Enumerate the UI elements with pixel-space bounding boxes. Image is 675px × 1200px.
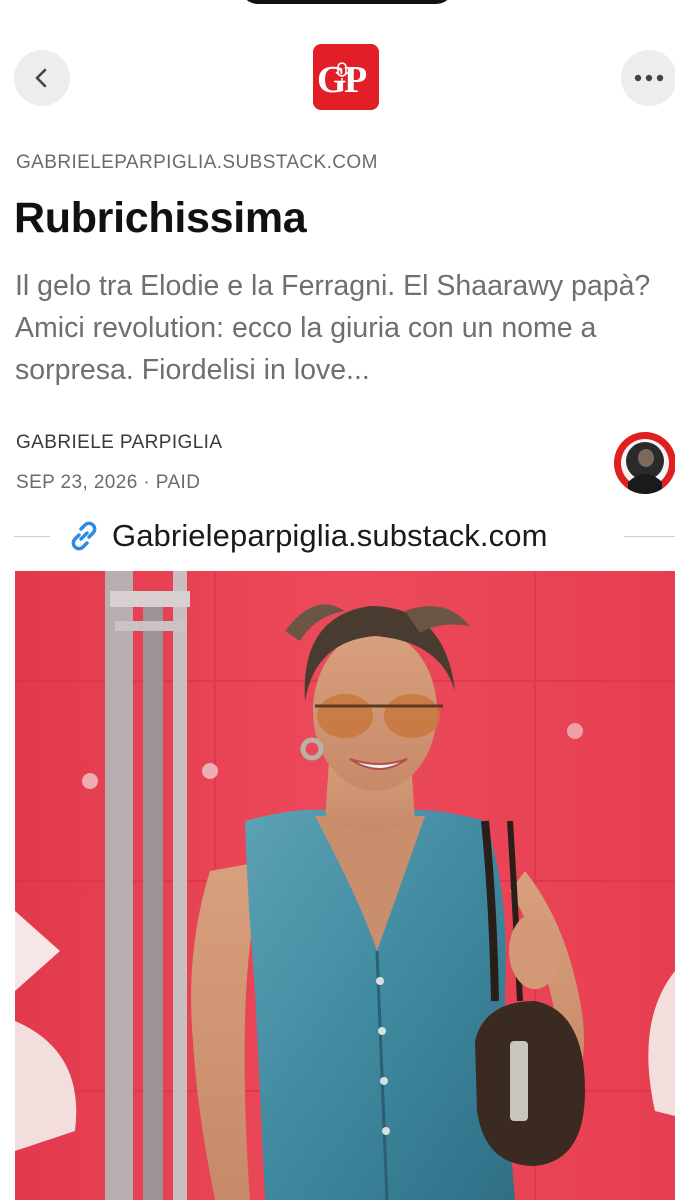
back-button[interactable] xyxy=(14,50,70,106)
post-subtitle: Il gelo tra Elodie e la Ferragni. El Sha… xyxy=(15,270,651,386)
publication-link-text[interactable]: Gabrieleparpiglia.substack.com xyxy=(112,518,548,554)
author-name[interactable]: GABRIELE PARPIGLIA xyxy=(16,432,222,454)
hero-photo-illustration xyxy=(15,571,675,1200)
divider-right xyxy=(624,536,675,537)
chevron-left-icon xyxy=(35,68,47,88)
author-avatar-image xyxy=(614,432,675,494)
link-icon xyxy=(71,521,97,551)
top-navigation-bar: G P xyxy=(0,44,675,110)
publication-domain[interactable]: GABRIELEPARPIGLIA.SUBSTACK.COM xyxy=(16,152,378,174)
author-avatar[interactable] xyxy=(614,432,675,494)
more-options-button[interactable] xyxy=(621,50,675,106)
post-date-status: SEP 23, 2026 · PAID xyxy=(16,472,201,493)
gp-logo-icon: G P xyxy=(317,59,367,101)
publication-logo[interactable]: G P xyxy=(313,44,379,110)
svg-text:P: P xyxy=(344,59,367,101)
publication-link[interactable]: Gabrieleparpiglia.substack.com xyxy=(66,516,548,556)
publication-link-row[interactable]: Gabrieleparpiglia.substack.com xyxy=(0,516,675,556)
divider-left xyxy=(14,536,50,537)
post-hero-image[interactable] xyxy=(15,571,675,1200)
post-title: Rubrichissima xyxy=(14,194,307,242)
device-notch xyxy=(240,0,454,4)
ellipsis-icon xyxy=(634,74,664,82)
